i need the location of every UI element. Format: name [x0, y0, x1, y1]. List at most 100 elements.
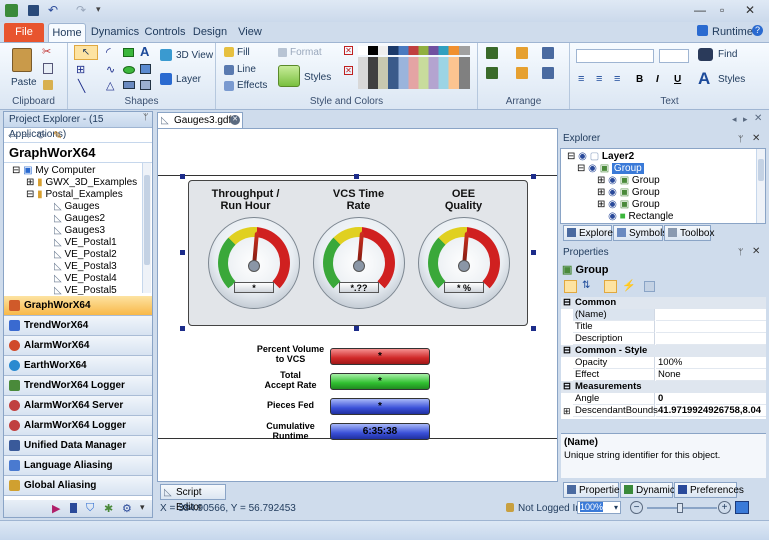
shield-icon[interactable]: ⛉	[86, 502, 94, 515]
runtime-label[interactable]: Runtime	[712, 26, 753, 38]
settings-icon[interactable]: ⚙	[122, 502, 132, 515]
styles-button[interactable]: Styles	[304, 72, 331, 83]
nav-alarmworx64[interactable]: AlarmWorX64	[4, 336, 152, 356]
explorer-item-layer2[interactable]: ⊟ ◉ ▢ Layer2	[567, 151, 634, 162]
find-icon[interactable]	[698, 48, 713, 61]
category-measurements[interactable]: ⊟ Measurements	[561, 381, 766, 393]
text-styles-icon[interactable]: A	[698, 69, 710, 89]
pointer-tool-icon[interactable]: ↖	[74, 45, 98, 60]
percent-volume-bar[interactable]: *	[330, 348, 430, 365]
nav-earthworx64[interactable]: EarthWorX64	[4, 356, 152, 376]
tree-item-gauges3[interactable]: ◺ Gauges3	[54, 225, 105, 236]
tree-item-gwx-3d[interactable]: ⊞ ▮ GWX_3D_Examples	[26, 177, 137, 188]
cut-icon[interactable]: ✂	[42, 45, 51, 58]
close-button[interactable]: ✕	[745, 3, 755, 17]
property-row-title[interactable]: Title	[561, 321, 766, 333]
gauge-oee-quality[interactable]: * %	[418, 217, 510, 309]
explorer-item-group[interactable]: ⊞ ◉ ▣ Group	[597, 199, 660, 210]
copy-icon[interactable]	[43, 63, 53, 74]
collapse-icon[interactable]: ⊟	[563, 345, 571, 357]
property-pages-icon[interactable]	[604, 280, 617, 293]
tab-explorer[interactable]: Explorer	[563, 225, 616, 241]
zoom-slider[interactable]	[647, 503, 717, 513]
category-common[interactable]: ⊟ Common	[561, 297, 766, 309]
categorized-icon[interactable]	[564, 280, 577, 293]
tab-dynamics-panel[interactable]: Dynamics	[620, 482, 680, 498]
text-styles-button[interactable]: Styles	[718, 74, 745, 85]
gauge-vcs-time[interactable]: *.??	[313, 217, 405, 309]
property-value[interactable]: 100%	[656, 357, 766, 369]
selection-handle[interactable]	[180, 250, 185, 255]
play-icon[interactable]: ▶	[52, 502, 60, 515]
view-3d-icon[interactable]	[160, 49, 172, 61]
nav-alarmworx64-logger[interactable]: AlarmWorX64 Logger	[4, 416, 152, 436]
explorer-scrollbar[interactable]	[756, 149, 765, 223]
find-button[interactable]: Find	[718, 49, 737, 60]
zoom-out-icon[interactable]: −	[630, 501, 643, 514]
nav-global-aliasing[interactable]: Global Aliasing	[4, 476, 152, 496]
image-icon[interactable]	[140, 64, 151, 74]
zoom-in-icon[interactable]: +	[718, 501, 731, 514]
tab-controls[interactable]: Controls	[143, 23, 187, 42]
align-right-icon[interactable]: ≡	[614, 73, 620, 85]
gauge-throughput[interactable]: *	[208, 217, 300, 309]
tab-symbols[interactable]: Symbols	[613, 225, 667, 241]
pin-project-icon[interactable]: ᛘ	[143, 112, 148, 122]
curve-icon[interactable]: ∿	[106, 63, 115, 76]
bold-button[interactable]: B	[636, 74, 643, 85]
bookmark-icon[interactable]	[70, 503, 77, 513]
tab-dynamics[interactable]: Dynamics	[90, 23, 140, 42]
cumulative-runtime-bar[interactable]: 6:35:38	[330, 423, 430, 440]
login-status[interactable]: Not Logged In	[518, 503, 581, 514]
property-row-description[interactable]: Description	[561, 333, 766, 345]
tab-preferences[interactable]: Preferences	[674, 482, 744, 498]
no-line-icon[interactable]: ✕	[344, 66, 353, 75]
property-row-descendant-bounds[interactable]: ⊞ DescendantBounds 41.9719924926758,8.04	[561, 405, 766, 417]
rectangle-icon[interactable]	[123, 48, 134, 57]
font-family-select[interactable]	[576, 49, 654, 63]
tab-view[interactable]: View	[234, 23, 266, 42]
explorer-item-rectangle[interactable]: ◉ ■ Rectangle	[597, 211, 673, 223]
text-icon[interactable]: A	[140, 44, 149, 59]
selection-handle[interactable]	[354, 174, 359, 179]
close-explorer-icon[interactable]: ✕	[752, 133, 760, 144]
nav-trendworx64[interactable]: TrendWorX64	[4, 316, 152, 336]
zoom-dropdown-icon[interactable]: ▾	[614, 502, 618, 513]
explorer-item-group-selected[interactable]: ⊟ ◉ ▣ Group	[577, 163, 644, 174]
tools-icon[interactable]: ✱	[104, 502, 113, 515]
color-palette[interactable]	[358, 46, 470, 90]
pieces-fed-bar[interactable]: *	[330, 398, 430, 415]
align-icon[interactable]	[486, 47, 498, 59]
close-tab-icon[interactable]: ✕	[230, 115, 240, 125]
line-icon[interactable]: ╲	[78, 79, 85, 93]
nav-alarmworx64-server[interactable]: AlarmWorX64 Server	[4, 396, 152, 416]
property-value[interactable]	[656, 321, 766, 333]
redo-icon[interactable]: ↷	[76, 3, 86, 17]
explorer-item-group[interactable]: ⊞ ◉ ▣ Group	[597, 175, 660, 186]
sort-alpha-icon[interactable]: ⇅	[582, 280, 590, 291]
align-left-icon[interactable]: ≡	[578, 73, 584, 85]
selection-handle[interactable]	[531, 174, 536, 179]
events-icon[interactable]: ⚡	[622, 279, 636, 292]
no-fill-icon[interactable]: ✕	[344, 46, 353, 55]
align-center-icon[interactable]: ≡	[596, 73, 602, 85]
rotate-icon[interactable]	[542, 67, 554, 79]
property-row-opacity[interactable]: Opacity 100%	[561, 357, 766, 369]
flip-icon[interactable]	[542, 47, 554, 59]
underline-button[interactable]: U	[674, 74, 681, 85]
tab-file[interactable]: File	[4, 23, 44, 42]
line-style-icon[interactable]	[224, 65, 234, 75]
document-tab[interactable]: ◺ Gauges3.gdfx ✕	[157, 112, 243, 128]
format-button[interactable]: Format	[290, 47, 322, 58]
runtime-icon[interactable]	[697, 25, 708, 36]
property-row-name[interactable]: (Name)	[561, 309, 766, 321]
tab-scroll-right-icon[interactable]: ▸	[743, 114, 748, 125]
nav-language-aliasing[interactable]: Language Aliasing	[4, 456, 152, 476]
back-icon[interactable]: ⇦	[8, 129, 17, 142]
selection-handle[interactable]	[531, 250, 536, 255]
tab-design[interactable]: Design	[191, 23, 229, 42]
ellipse-icon[interactable]	[123, 66, 135, 74]
nav-graphworx64[interactable]: GraphWorX64	[4, 296, 152, 316]
bring-front-icon[interactable]	[516, 47, 528, 59]
selection-handle[interactable]	[531, 326, 536, 331]
